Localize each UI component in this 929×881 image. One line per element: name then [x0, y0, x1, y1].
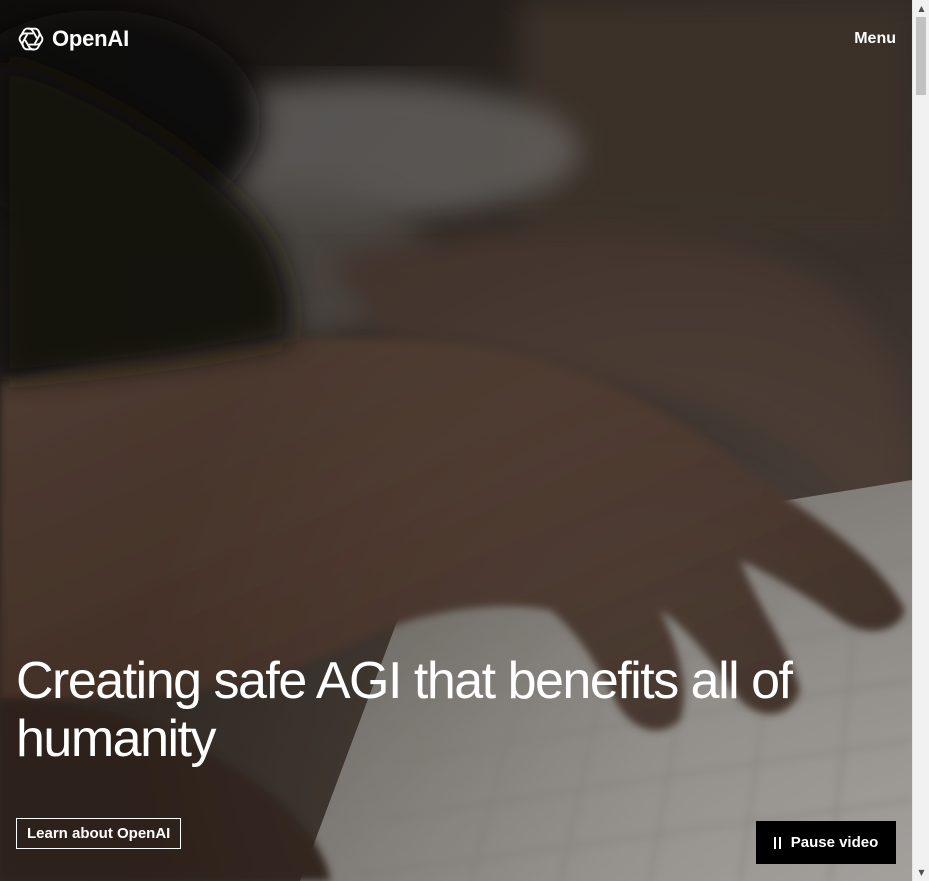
learn-about-openai-button[interactable]: Learn about OpenAI — [16, 818, 182, 849]
brand-name: OpenAI — [52, 26, 130, 51]
top-nav: OpenAI Menu — [16, 22, 896, 56]
menu-button[interactable]: Menu — [854, 30, 896, 48]
scroll-up-arrow-icon[interactable]: ▲ — [913, 0, 929, 17]
hero-section: OpenAI Menu Creating safe AGI that benef… — [0, 0, 912, 881]
brand-home-link[interactable]: OpenAI — [16, 24, 129, 54]
openai-logo-icon — [16, 24, 46, 54]
page-scrollbar[interactable]: ▲ ▼ — [912, 0, 929, 881]
viewport: OpenAI Menu Creating safe AGI that benef… — [0, 0, 929, 881]
pause-icon — [773, 836, 781, 849]
pause-video-button[interactable]: Pause video — [756, 821, 896, 864]
hero-headline: Creating safe AGI that benefits all of h… — [16, 652, 793, 768]
scrollbar-thumb[interactable] — [916, 17, 926, 95]
scroll-down-arrow-icon[interactable]: ▼ — [913, 864, 929, 881]
pause-video-label: Pause video — [790, 834, 879, 851]
